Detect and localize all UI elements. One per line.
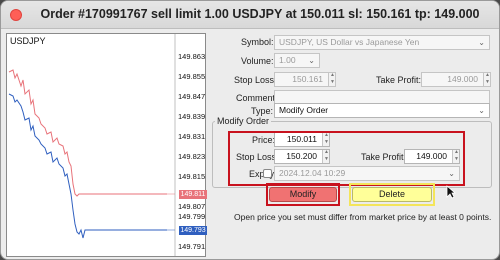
- highlight-delete-button: [349, 183, 435, 206]
- price-axis-label: 149.807: [178, 202, 206, 211]
- stop-loss-label: Stop Loss:: [234, 75, 277, 85]
- take-profit-stepper[interactable]: ▲ ▼: [483, 73, 490, 86]
- order-dialog: Order #170991767 sell limit 1.00 USDJPY …: [0, 0, 500, 260]
- order-type-value: Modify Order: [279, 105, 329, 115]
- volume-field[interactable]: 1.00 ⌄: [274, 53, 320, 68]
- title-bar: Order #170991767 sell limit 1.00 USDJPY …: [1, 1, 499, 29]
- price-axis-label: 149.831: [178, 132, 206, 141]
- comment-label: Comment:: [236, 93, 278, 103]
- symbol-value: USDJPY, US Dollar vs Japanese Yen: [279, 37, 420, 47]
- order-type-select[interactable]: Modify Order ⌄: [274, 103, 490, 118]
- chevron-down-icon: ⌄: [478, 38, 485, 47]
- price-axis-label: 149.863: [178, 52, 206, 61]
- price-axis-label: 149.799: [178, 212, 206, 221]
- highlight-modify-button: [266, 183, 340, 206]
- bid-line: [8, 93, 167, 239]
- price-axis-label: 149.815: [178, 172, 206, 181]
- close-window-button[interactable]: [10, 9, 22, 21]
- tick-chart: USDJPY 149.863 149.855 149.847 149.839 1…: [6, 33, 207, 257]
- chart-canvas: [8, 34, 176, 256]
- chevron-down-icon: ⌄: [478, 106, 485, 115]
- take-profit-value: 149.000: [447, 74, 478, 84]
- ask-line: [8, 69, 167, 197]
- stop-loss-stepper[interactable]: ▲ ▼: [328, 73, 335, 86]
- type-label: Type:: [251, 106, 274, 116]
- symbol-select[interactable]: USDJPY, US Dollar vs Japanese Yen ⌄: [274, 35, 490, 50]
- chart-symbol: USDJPY: [10, 36, 46, 46]
- window-title: Order #170991767 sell limit 1.00 USDJPY …: [40, 7, 480, 21]
- bid-price-tag: 149.793: [179, 226, 207, 235]
- price-axis-label: 149.839: [178, 112, 206, 121]
- highlight-modify-fields: [228, 131, 465, 186]
- chevron-down-icon: ⌄: [308, 56, 315, 65]
- symbol-label: Symbol:: [241, 37, 274, 47]
- validation-message: Open price you set must differ from mark…: [234, 212, 492, 222]
- mouse-cursor-icon: [446, 185, 456, 199]
- take-profit-field[interactable]: 149.000 ▲ ▼: [421, 72, 491, 87]
- price-axis-label: 149.855: [178, 72, 206, 81]
- stop-loss-value: 150.161: [292, 74, 323, 84]
- price-axis-label: 149.847: [178, 92, 206, 101]
- price-axis-label: 149.791: [178, 242, 206, 251]
- price-axis-label: 149.823: [178, 152, 206, 161]
- stop-loss-field[interactable]: 150.161 ▲ ▼: [274, 72, 336, 87]
- volume-label: Volume:: [241, 56, 274, 66]
- take-profit-label: Take Profit:: [376, 75, 422, 85]
- ask-price-tag: 149.811: [179, 190, 207, 199]
- volume-value: 1.00: [279, 55, 296, 65]
- modify-order-title: Modify Order: [215, 116, 272, 126]
